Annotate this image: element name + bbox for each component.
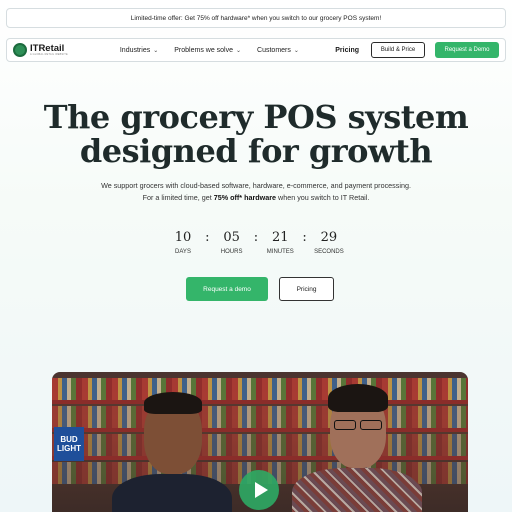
hero-cta-group: Request a demo Pricing xyxy=(186,277,334,301)
countdown-days-label: DAYS xyxy=(175,249,191,255)
promo-banner[interactable]: Limited-time offer: Get 75% off hardware… xyxy=(6,8,506,28)
request-demo-button[interactable]: Request a demo xyxy=(186,277,268,301)
nav-industries[interactable]: Industries ⌄ xyxy=(120,47,158,54)
hero-sub-offer: 75% off* hardware xyxy=(213,193,277,202)
countdown-minutes-value: 21 xyxy=(272,230,289,245)
hero-video[interactable]: BUD LIGHT xyxy=(52,372,468,512)
promo-text: Limited-time offer: Get 75% off hardware… xyxy=(130,14,382,22)
countdown-separator: : xyxy=(302,230,307,245)
person-right-shirt xyxy=(292,468,422,512)
countdown-hours: 05 HOURS xyxy=(214,230,250,255)
hero-title-line1: The grocery POS system xyxy=(43,98,469,136)
countdown-separator: : xyxy=(253,230,259,245)
countdown-hours-value: 05 xyxy=(223,230,240,245)
countdown-minutes-label: MINUTES xyxy=(266,249,294,255)
hero-sub-line2-pre: For a limited time, get xyxy=(142,193,214,202)
nav-problems-we-solve[interactable]: Problems we solve ⌄ xyxy=(174,47,241,54)
logo-icon xyxy=(13,43,27,57)
build-price-button[interactable]: Build & Price xyxy=(371,42,425,58)
beer-sign: BUD LIGHT xyxy=(54,427,84,461)
chevron-down-icon: ⌄ xyxy=(153,47,159,54)
person-left-hair xyxy=(144,392,202,414)
nav-customers[interactable]: Customers ⌄ xyxy=(257,47,299,54)
hero-subtitle: We support grocers with cloud-based soft… xyxy=(0,180,512,204)
person-right xyxy=(282,380,432,512)
chevron-down-icon: ⌄ xyxy=(236,47,242,54)
nav-problems-label: Problems we solve xyxy=(174,46,233,54)
top-navigation: ITRetail A GLOBAL RETAIL WEBSITE Industr… xyxy=(6,38,506,62)
person-left-shirt xyxy=(112,474,232,512)
hero-sub-line2-post: when you switch to IT Retail. xyxy=(276,193,370,202)
logo-tagline: A GLOBAL RETAIL WEBSITE xyxy=(30,52,68,56)
beer-sign-line1: BUD xyxy=(60,435,78,444)
pricing-button[interactable]: Pricing xyxy=(279,277,334,301)
nav-pricing-link[interactable]: Pricing xyxy=(335,47,359,54)
logo[interactable]: ITRetail A GLOBAL RETAIL WEBSITE xyxy=(13,43,68,57)
countdown-hours-label: HOURS xyxy=(220,249,243,255)
countdown-seconds-label: SECONDS xyxy=(314,249,344,255)
person-right-glasses-right xyxy=(360,420,382,430)
countdown-separator: : xyxy=(205,230,210,245)
beer-sign-line2: LIGHT xyxy=(57,444,81,453)
countdown-seconds: 29 SECONDS xyxy=(311,230,347,255)
request-demo-nav-button[interactable]: Request a Demo xyxy=(435,42,499,58)
hero-sub-line1: We support grocers with cloud-based soft… xyxy=(101,181,411,190)
person-right-hair xyxy=(328,384,388,412)
play-icon[interactable] xyxy=(239,470,279,510)
chevron-down-icon: ⌄ xyxy=(293,47,299,54)
countdown-timer: 10 DAYS : 05 HOURS : 21 MINUTES : 29 SEC… xyxy=(165,230,347,255)
hero-title-line2: designed for growth xyxy=(79,132,433,170)
nav-customers-label: Customers xyxy=(257,46,291,54)
person-right-glasses-left xyxy=(334,420,356,430)
countdown-days: 10 DAYS xyxy=(165,230,201,255)
person-left xyxy=(112,382,232,512)
countdown-seconds-value: 29 xyxy=(320,230,338,245)
play-triangle xyxy=(254,482,268,498)
hero-title: The grocery POS system designed for grow… xyxy=(0,100,512,168)
countdown-minutes: 21 MINUTES xyxy=(262,230,298,255)
countdown-days-value: 10 xyxy=(174,230,192,245)
nav-industries-label: Industries xyxy=(119,46,151,54)
